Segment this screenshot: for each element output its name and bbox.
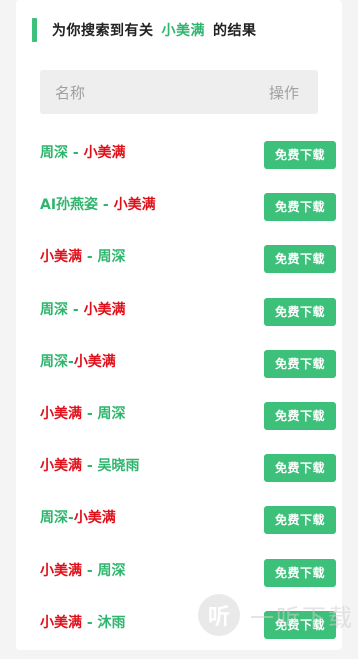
title-text: - 周深	[82, 562, 126, 579]
title-keyword-highlight: 小美满	[40, 405, 82, 422]
title-keyword-highlight: 小美满	[40, 249, 82, 266]
search-results-panel: 为你搜索到有关 小美满 的结果 名称 操作 周深 - 小美满 免费下载 AI孙燕姿 - …	[16, 0, 342, 650]
song-title-link[interactable]: 小美满 - 周深	[40, 246, 126, 266]
heading-suffix: 的结果	[213, 23, 257, 39]
title-text: - 吴晓雨	[82, 458, 140, 475]
heading-accent-bar	[32, 18, 37, 42]
song-title-link[interactable]: 小美满 - 沐雨	[40, 612, 126, 632]
song-title-link[interactable]: 小美满 - 周深	[40, 403, 126, 423]
title-text: AI孙燕姿 -	[40, 197, 114, 214]
list-item: 周深-小美满 免费下载	[40, 346, 336, 398]
list-item: 周深 - 小美满 免费下载	[40, 137, 336, 189]
list-item: 周深 - 小美满 免费下载	[40, 294, 336, 346]
site-logo: 听	[198, 594, 240, 636]
list-item: AI孙燕姿 - 小美满 免费下载	[40, 189, 336, 241]
title-keyword-highlight: 小美满	[83, 301, 126, 318]
song-title-link[interactable]: 小美满 - 周深	[40, 560, 126, 580]
title-keyword-highlight: 小美满	[40, 458, 82, 475]
song-title-link[interactable]: 周深-小美满	[40, 351, 116, 371]
title-text: 周深 -	[40, 145, 84, 161]
title-text: - 周深	[82, 249, 126, 266]
column-name-header: 名称	[55, 84, 86, 102]
list-item: 小美满 - 周深 免费下载	[40, 398, 336, 450]
title-text: - 周深	[82, 405, 126, 422]
free-download-button[interactable]: 免费下载	[264, 454, 336, 483]
results-list: 周深 - 小美满 免费下载 AI孙燕姿 - 小美满 免费下载 小美满 - 周深 免费下载周…	[40, 137, 336, 659]
title-text: 周深-	[40, 510, 74, 527]
title-keyword-highlight: 小美满	[73, 353, 116, 370]
title-keyword-highlight: 小美满	[40, 562, 82, 579]
song-title-link[interactable]: 周深 - 小美满	[40, 299, 126, 319]
free-download-button[interactable]: 免费下载	[264, 558, 336, 587]
column-action-header: 操作	[268, 84, 299, 102]
heading-keyword: 小美满	[161, 23, 205, 39]
title-keyword-highlight: 小美满	[40, 614, 82, 631]
list-item: 小美满 - 周深 免费下载	[40, 241, 336, 293]
free-download-button[interactable]: 免费下载	[264, 141, 336, 169]
title-text: 周深-	[40, 353, 74, 370]
song-title-link[interactable]: AI孙燕姿 - 小美满	[40, 194, 156, 214]
song-title-link[interactable]: 小美满 - 吴晓雨	[40, 455, 140, 475]
results-heading: 为你搜索到有关 小美满 的结果	[32, 17, 257, 43]
site-logo-text: 一听下载	[250, 603, 354, 632]
title-keyword-highlight: 小美满	[113, 197, 156, 214]
free-download-button[interactable]: 免费下载	[264, 506, 336, 535]
heading-prefix: 为你搜索到有关	[52, 23, 154, 39]
list-item: 周深-小美满 免费下载	[40, 502, 336, 554]
free-download-button[interactable]: 免费下载	[264, 297, 336, 326]
song-title-link[interactable]: 周深-小美满	[40, 507, 116, 527]
site-watermark: 听 一听下载	[198, 594, 358, 636]
free-download-button[interactable]: 免费下载	[264, 193, 336, 222]
free-download-button[interactable]: 免费下载	[264, 349, 336, 378]
title-text: 周深 -	[40, 301, 84, 318]
song-title-link[interactable]: 周深 - 小美满	[40, 142, 126, 162]
heading-text: 为你搜索到有关 小美满 的结果	[52, 20, 257, 40]
free-download-button[interactable]: 免费下载	[264, 245, 336, 274]
title-keyword-highlight: 小美满	[83, 145, 126, 161]
title-keyword-highlight: 小美满	[73, 510, 116, 527]
title-text: - 沐雨	[82, 614, 126, 631]
table-header: 名称 操作	[40, 70, 318, 114]
free-download-button[interactable]: 免费下载	[264, 401, 336, 430]
list-item: 小美满 - 吴晓雨 免费下载	[40, 450, 336, 502]
